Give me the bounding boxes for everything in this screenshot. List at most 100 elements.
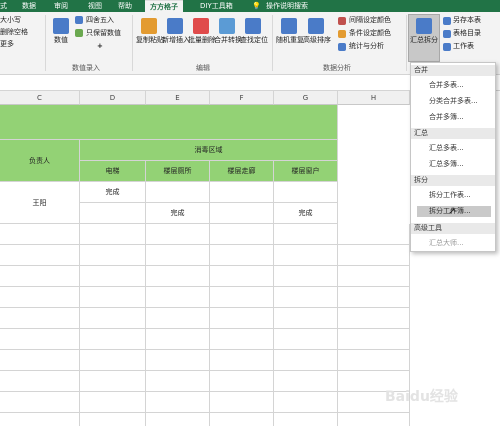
status-cell[interactable]: 完成 [80, 182, 146, 203]
round-button[interactable]: 四舍五入 [86, 16, 114, 25]
table-cell[interactable] [146, 392, 210, 413]
table-cell[interactable] [338, 329, 410, 350]
find-locate-button[interactable]: 查找定位 [240, 18, 268, 44]
table-cell[interactable] [0, 287, 80, 308]
sub-header-elevator[interactable]: 电梯 [80, 161, 146, 182]
sheet-toc-button[interactable]: 表格目录 [453, 29, 481, 38]
table-cell[interactable] [0, 224, 80, 245]
table-cell[interactable] [146, 182, 210, 203]
table-cell[interactable] [80, 224, 146, 245]
menu-item-merge-books[interactable]: 合并多簿... [417, 112, 491, 123]
table-cell[interactable] [80, 413, 146, 426]
case-button[interactable]: 大小写 [0, 16, 21, 25]
table-cell[interactable] [80, 371, 146, 392]
table-cell[interactable] [210, 182, 274, 203]
save-sheet-button[interactable]: 另存本表 [453, 16, 481, 25]
tab-fangfang[interactable]: 方方格子 [145, 0, 183, 12]
table-cell[interactable] [0, 350, 80, 371]
worksheet-button[interactable]: 工作表 [453, 42, 474, 51]
table-cell[interactable] [274, 329, 338, 350]
table-cell[interactable] [80, 266, 146, 287]
sub-header-window[interactable]: 楼层窗户 [274, 161, 338, 182]
menu-item-category-merge[interactable]: 分类合并多表... [417, 96, 491, 107]
table-cell[interactable] [338, 245, 410, 266]
sub-header-corridor[interactable]: 楼层走廊 [210, 161, 274, 182]
table-cell[interactable] [338, 413, 410, 426]
insert-button[interactable]: 新增插入 [162, 18, 190, 44]
table-cell[interactable] [80, 329, 146, 350]
table-cell[interactable] [146, 350, 210, 371]
table-cell[interactable] [146, 224, 210, 245]
batch-delete-button[interactable]: 批量删除 [188, 18, 216, 44]
table-cell[interactable] [0, 308, 80, 329]
tab-formula[interactable]: 式 [0, 0, 7, 12]
column-header-e[interactable]: E [146, 91, 210, 105]
tab-help[interactable]: 帮助 [118, 0, 132, 12]
owner-label[interactable]: 负责人 [0, 140, 80, 182]
summary-split-button[interactable]: 汇总拆分 [408, 14, 440, 62]
tab-view[interactable]: 视图 [88, 0, 102, 12]
column-header-h[interactable]: H [338, 91, 410, 105]
table-cell[interactable] [274, 371, 338, 392]
menu-item-summary-master[interactable]: 汇总大师... [417, 238, 491, 249]
column-header-d[interactable]: D [80, 91, 146, 105]
table-cell[interactable] [80, 245, 146, 266]
menu-item-summary-sheets[interactable]: 汇总多表... [417, 143, 491, 154]
table-cell[interactable] [274, 245, 338, 266]
table-cell[interactable] [146, 266, 210, 287]
table-cell[interactable] [210, 329, 274, 350]
tab-review[interactable]: 审阅 [54, 0, 68, 12]
tab-diy-toolbox[interactable]: DIY工具箱 [200, 0, 233, 12]
copy-paste-button[interactable]: 复制粘贴 [136, 18, 164, 44]
table-cell[interactable] [210, 287, 274, 308]
random-repeat-button[interactable]: 随机重复 [276, 18, 304, 44]
column-header-g[interactable]: G [274, 91, 338, 105]
table-cell[interactable] [274, 182, 338, 203]
table-cell[interactable] [0, 392, 80, 413]
table-cell[interactable] [80, 308, 146, 329]
menu-item-summary-books[interactable]: 汇总多簿... [417, 159, 491, 170]
table-cell[interactable] [80, 287, 146, 308]
table-cell[interactable] [210, 392, 274, 413]
table-cell[interactable] [146, 413, 210, 426]
table-cell[interactable] [210, 203, 274, 224]
header-band[interactable] [0, 105, 338, 140]
table-cell[interactable] [274, 224, 338, 245]
table-cell[interactable] [0, 245, 80, 266]
more-button[interactable]: 更多 [0, 40, 14, 49]
menu-item-merge-sheets[interactable]: 合并多表... [417, 80, 491, 91]
column-header-f[interactable]: F [210, 91, 274, 105]
table-cell[interactable] [210, 308, 274, 329]
tab-search[interactable]: 操作说明搜索 [266, 0, 308, 12]
table-cell[interactable] [146, 245, 210, 266]
table-cell[interactable] [274, 392, 338, 413]
merge-convert-button[interactable]: 合并转换 [214, 18, 242, 44]
table-cell[interactable] [80, 350, 146, 371]
statistics-button[interactable]: 统计与分析 [349, 42, 384, 51]
table-cell[interactable] [210, 350, 274, 371]
table-cell[interactable] [210, 224, 274, 245]
table-cell[interactable] [338, 350, 410, 371]
numeric-button[interactable]: 数值 [50, 18, 72, 44]
keep-value-button[interactable]: 只保留数值 [86, 29, 121, 38]
table-cell[interactable] [0, 413, 80, 426]
remove-space-button[interactable]: 删除空格 [0, 28, 28, 37]
table-cell[interactable] [146, 329, 210, 350]
status-cell[interactable]: 完成 [274, 203, 338, 224]
table-cell[interactable] [0, 329, 80, 350]
table-cell[interactable] [80, 203, 146, 224]
sub-header-toilet[interactable]: 楼层厕所 [146, 161, 210, 182]
table-cell[interactable] [210, 371, 274, 392]
table-cell[interactable] [338, 266, 410, 287]
table-cell[interactable] [80, 392, 146, 413]
menu-item-split-sheet[interactable]: 拆分工作表... [417, 190, 491, 201]
owner-cell[interactable]: 王阳 [0, 182, 80, 224]
table-cell[interactable] [0, 266, 80, 287]
tab-data[interactable]: 数据 [22, 0, 36, 12]
table-cell[interactable] [274, 287, 338, 308]
table-cell[interactable] [274, 350, 338, 371]
table-cell[interactable] [146, 371, 210, 392]
disinfection-area-header[interactable]: 消毒区域 [80, 140, 338, 161]
table-cell[interactable] [0, 371, 80, 392]
plus-button[interactable]: + [97, 42, 103, 51]
